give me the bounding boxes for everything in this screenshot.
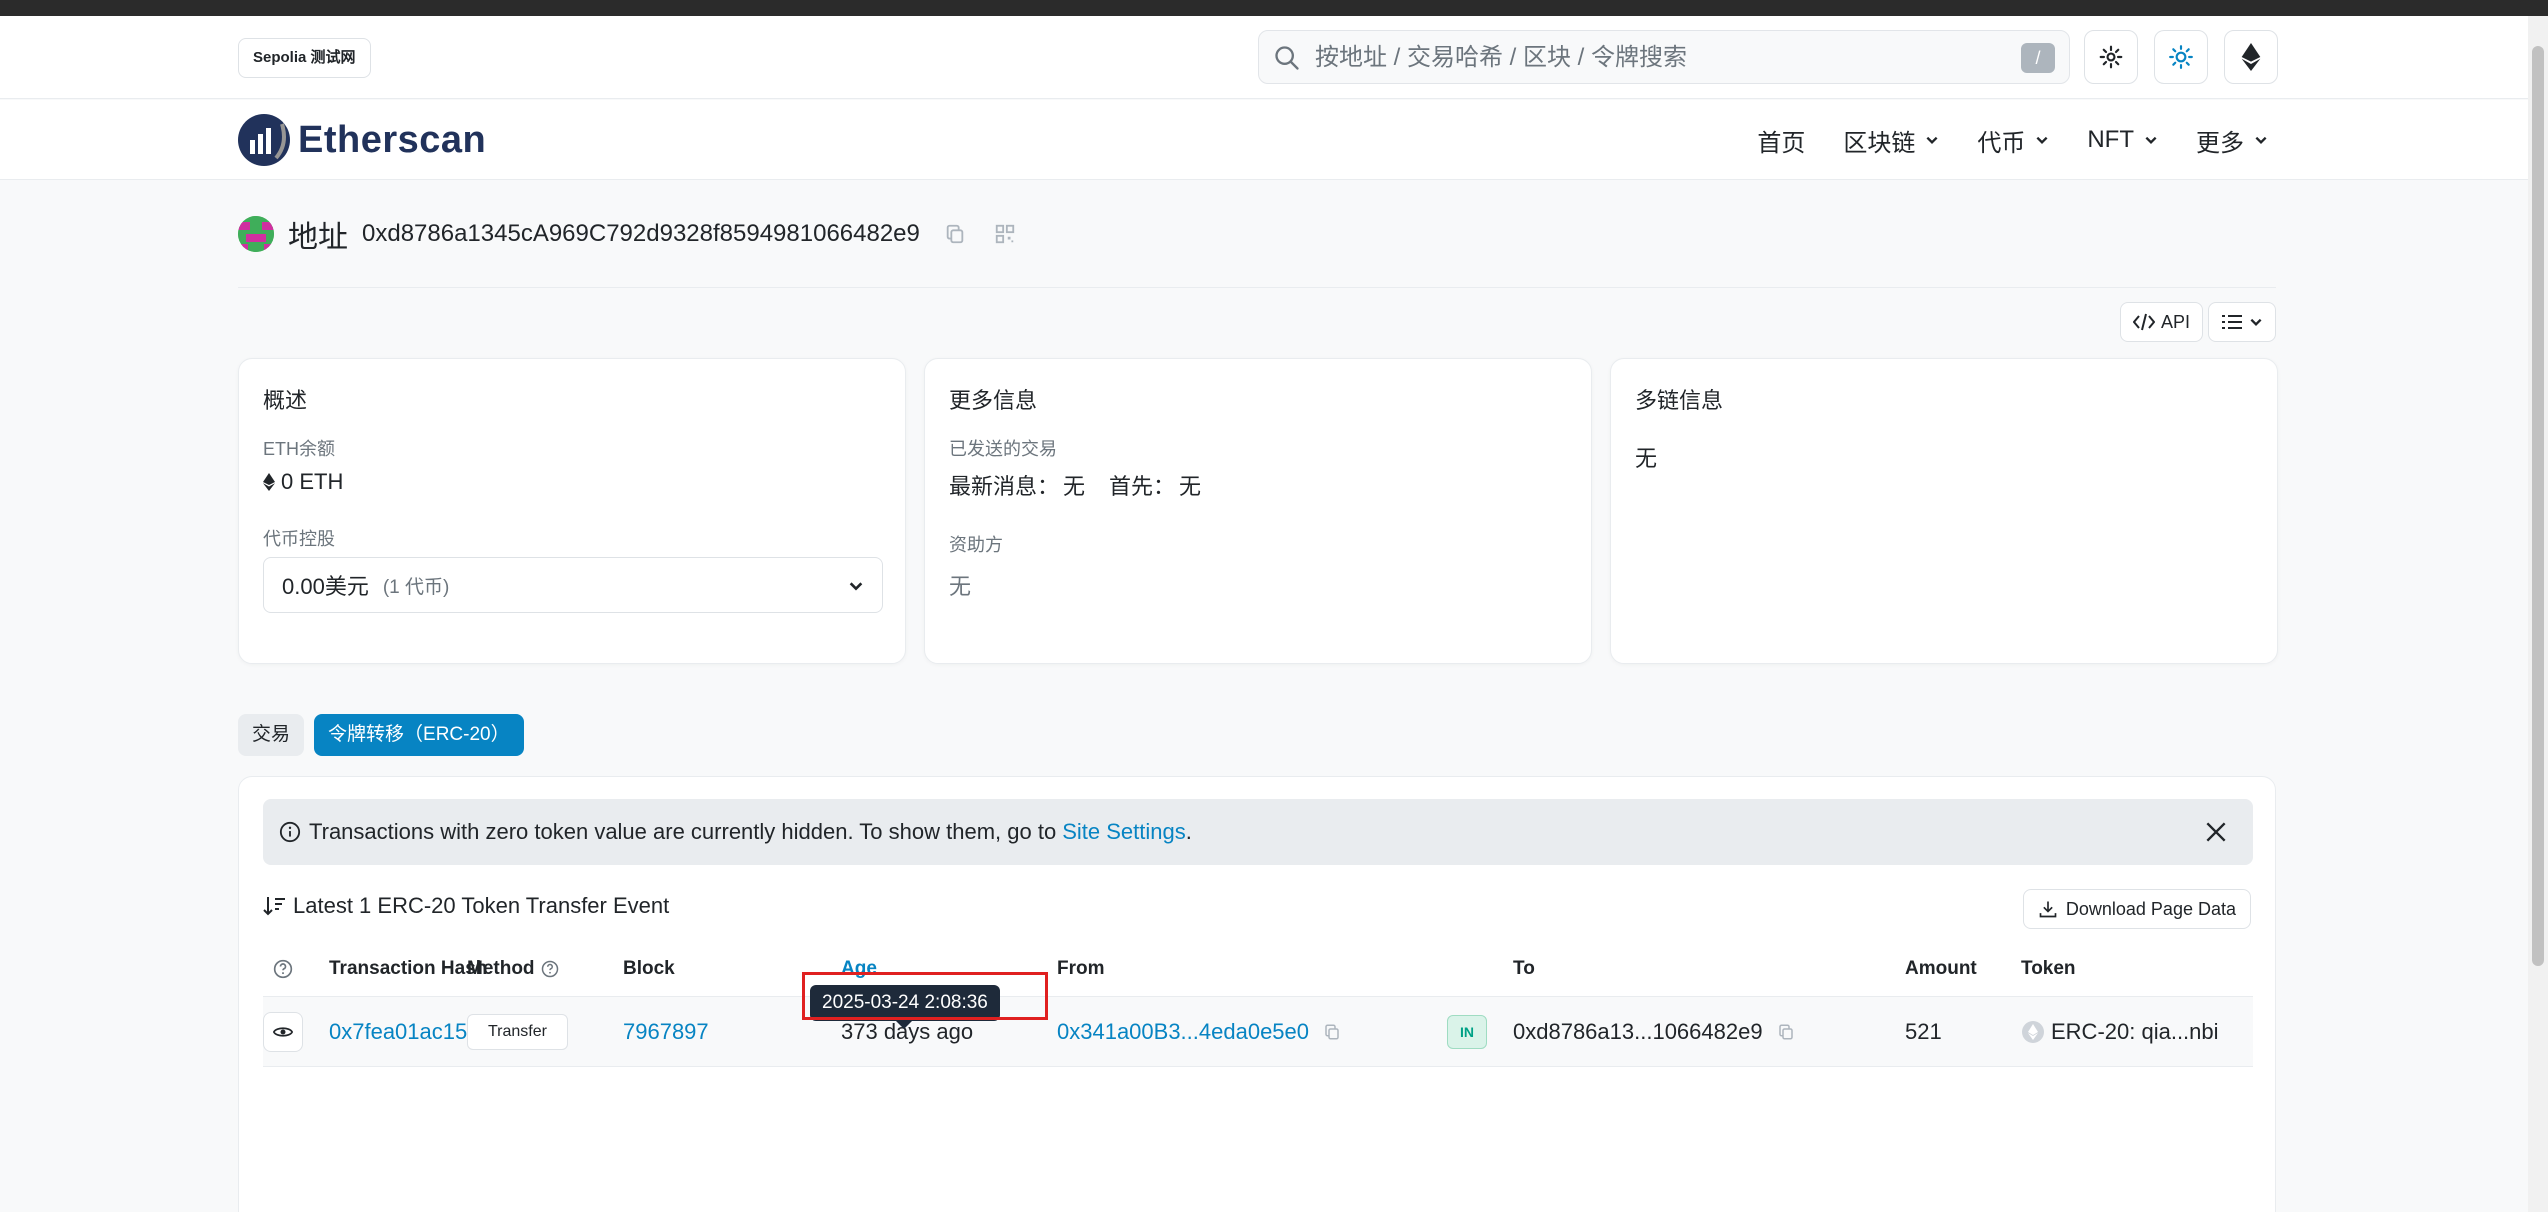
view-options-button[interactable] [2208, 302, 2276, 342]
list-icon [2222, 315, 2242, 329]
column-block: Block [623, 958, 675, 979]
column-token: Token [2021, 958, 2076, 979]
download-icon [2039, 901, 2057, 918]
chevron-down-icon [849, 582, 863, 591]
gear-icon [2099, 45, 2123, 69]
question-icon[interactable] [541, 960, 559, 978]
copy-icon[interactable] [1323, 1023, 1341, 1041]
copy-icon[interactable] [1777, 1023, 1795, 1041]
search-box[interactable]: / [1258, 30, 2070, 84]
browser-chrome [0, 0, 2548, 16]
sort-icon [263, 897, 285, 916]
qr-code-icon[interactable] [994, 223, 1016, 245]
nav-item-nft[interactable]: NFT [2087, 126, 2158, 154]
multichain-value: 无 [1635, 446, 1658, 471]
chevron-down-icon [2255, 136, 2267, 144]
block-link[interactable]: 7967897 [623, 1019, 709, 1045]
token-holdings-label: 代币控股 [263, 529, 335, 549]
highlight-box [802, 972, 1048, 1020]
chevron-down-icon [1926, 136, 1938, 144]
logo-icon [238, 114, 290, 166]
ethereum-icon [2241, 43, 2261, 71]
scrollbar-thumb[interactable] [2532, 46, 2544, 966]
method-badge: Transfer [467, 1014, 568, 1050]
settings-button[interactable] [2084, 30, 2138, 84]
copy-icon[interactable] [944, 223, 966, 245]
transfer-summary: Latest 1 ERC-20 Token Transfer Event [263, 893, 669, 919]
nav-item-blockchain[interactable]: 区块链 [1843, 123, 1939, 158]
amount-value: 521 [1905, 1019, 1942, 1044]
sent-transactions-values: 最新消息： 无 首先： 无 [949, 474, 1202, 499]
api-button[interactable]: API [2120, 302, 2204, 342]
tab-token-transfers[interactable]: 令牌转移（ERC-20） [314, 714, 524, 756]
close-icon[interactable] [2203, 819, 2229, 845]
token-transfer-panel: Transactions with zero token value are c… [238, 776, 2276, 1212]
column-transaction-hash: Transaction Hash [329, 958, 488, 979]
multichain-card: 多链信息 无 [1610, 358, 2278, 664]
table-row: 0x7fea01ac15c... Transfer 7967897 373 da… [263, 997, 2253, 1067]
more-info-card: 更多信息 已发送的交易 最新消息： 无 首先： 无 资助方 无 [924, 358, 1592, 664]
eth-balance-label: ETH余额 [263, 439, 335, 459]
more-info-title: 更多信息 [949, 388, 1038, 413]
address-avatar [238, 216, 274, 252]
tab-transactions[interactable]: 交易 [238, 714, 305, 756]
funded-by-label: 资助方 [949, 535, 1003, 555]
chevron-down-icon [2036, 136, 2048, 144]
ethereum-icon [263, 473, 275, 491]
token-holdings-dropdown[interactable]: 0.00美元 (1 代币) [263, 557, 883, 613]
hidden-zero-value-alert: Transactions with zero token value are c… [263, 799, 2253, 865]
network-badge[interactable]: Sepolia 测试网 [238, 38, 371, 78]
view-transaction-button[interactable] [263, 1012, 303, 1052]
search-input[interactable] [1315, 39, 1995, 77]
nav-item-tokens[interactable]: 代币 [1977, 123, 2049, 158]
logo-text: Etherscan [298, 118, 487, 161]
sun-icon [2169, 45, 2193, 69]
nav-bar: Etherscan 首页 区块链 代币 NFT 更多 [0, 100, 2528, 180]
top-bar: Sepolia 测试网 / [0, 16, 2528, 99]
network-switch-button[interactable] [2224, 30, 2278, 84]
eye-icon [273, 1027, 293, 1037]
nav-item-home[interactable]: 首页 [1757, 123, 1805, 158]
address-label: 地址 [288, 221, 348, 254]
column-from: From [1057, 958, 1105, 979]
address-header: 地址 0xd8786a1345cA969C792d9328f8594981066… [238, 212, 1016, 256]
question-icon[interactable] [273, 959, 293, 979]
info-icon [279, 821, 301, 843]
multichain-title: 多链信息 [1635, 388, 1724, 413]
download-page-data-button[interactable]: Download Page Data [2022, 889, 2251, 929]
etherscan-logo[interactable]: Etherscan [238, 112, 486, 168]
from-address-link[interactable]: 0x341a00B3...4eda0e5e0 [1057, 1019, 1309, 1045]
search-shortcut-key: / [2021, 43, 2055, 73]
help-icon-column [273, 941, 293, 997]
header-divider [238, 287, 2276, 288]
site-settings-link[interactable]: Site Settings [1062, 819, 1186, 845]
eth-balance-value: 0 ETH [263, 469, 343, 495]
column-amount: Amount [1905, 958, 1977, 979]
to-address: 0xd8786a13...1066482e9 [1513, 1019, 1763, 1044]
main-nav: 首页 区块链 代币 NFT 更多 [1719, 100, 2268, 180]
sent-transactions-label: 已发送的交易 [949, 439, 1057, 459]
column-to: To [1513, 958, 1535, 979]
overview-title: 概述 [263, 388, 308, 413]
column-method: Method [467, 941, 559, 997]
chevron-down-icon [2250, 318, 2262, 326]
nav-item-more[interactable]: 更多 [2196, 123, 2268, 158]
address-value: 0xd8786a1345cA969C792d9328f8594981066482… [362, 220, 920, 247]
search-icon [1275, 46, 1299, 70]
chevron-down-icon [2145, 136, 2157, 144]
theme-toggle-button[interactable] [2154, 30, 2208, 84]
token-icon [2022, 1021, 2044, 1043]
code-icon [2133, 313, 2155, 331]
table-header: Transaction Hash Method Block Age From T… [263, 941, 2253, 997]
tabs: 交易 令牌转移（ERC-20） [238, 714, 534, 756]
token-name[interactable]: ERC-20: qia...nbi [2051, 1019, 2219, 1045]
funded-by-value: 无 [949, 574, 972, 599]
direction-in-badge: IN [1447, 1015, 1487, 1049]
overview-card: 概述 ETH余额 0 ETH 代币控股 0.00美元 (1 代币) [238, 358, 906, 664]
scrollbar[interactable] [2528, 16, 2548, 1212]
